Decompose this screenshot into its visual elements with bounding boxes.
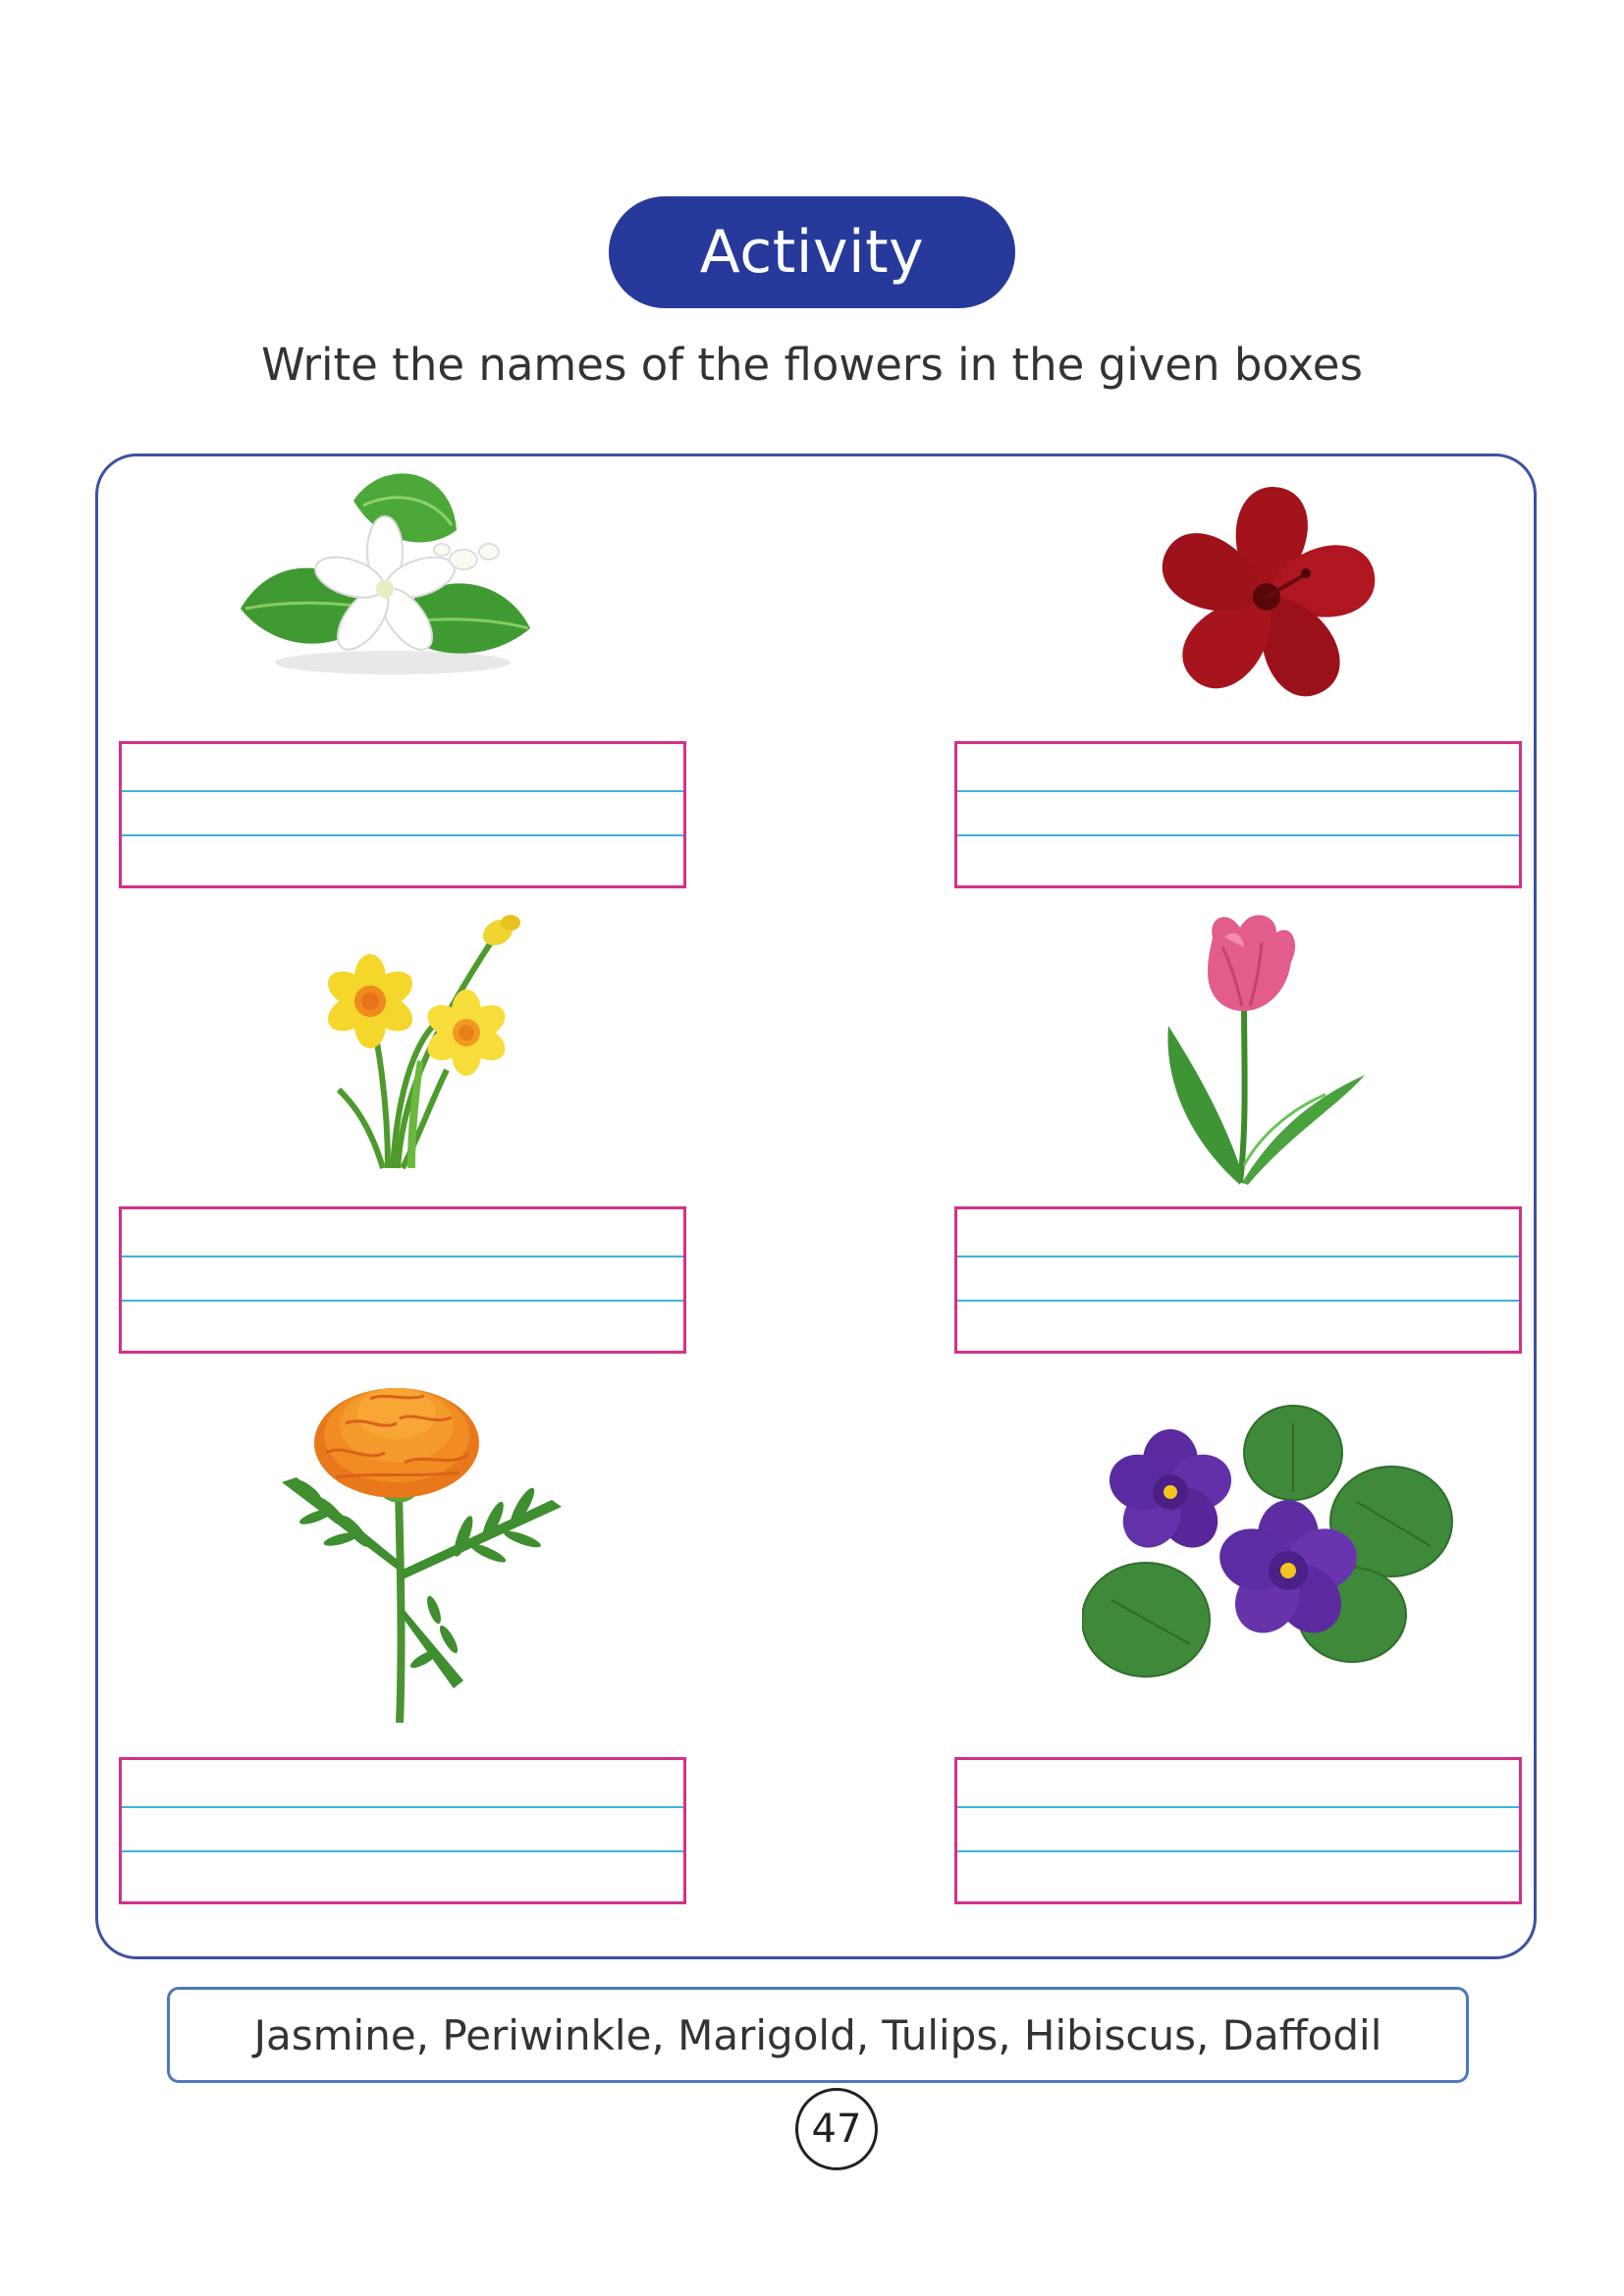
activity-badge-label: Activity — [699, 218, 925, 287]
periwinkle-icon — [1082, 1405, 1453, 1678]
answer-box-hibiscus[interactable] — [954, 741, 1522, 888]
answer-box-jasmine[interactable] — [119, 741, 686, 888]
tulip-icon — [1167, 915, 1365, 1185]
marigold-icon — [282, 1388, 562, 1724]
answer-box-marigold[interactable] — [119, 1757, 686, 1904]
answer-box-daffodil[interactable] — [119, 1206, 686, 1354]
word-bank: Jasmine, Periwinkle, Marigold, Tulips, H… — [167, 1987, 1469, 2083]
instruction-text: Write the names of the flowers in the gi… — [261, 339, 1363, 391]
daffodil-icon — [327, 915, 520, 1170]
hibiscus-icon — [1162, 487, 1376, 697]
answer-box-periwinkle[interactable] — [954, 1757, 1522, 1904]
jasmine-icon — [241, 473, 530, 674]
activity-badge: Activity — [609, 196, 1015, 308]
word-bank-text: Jasmine, Periwinkle, Marigold, Tulips, H… — [253, 2010, 1382, 2059]
answer-box-tulip[interactable] — [954, 1206, 1522, 1354]
page-number: 47 — [795, 2088, 878, 2170]
